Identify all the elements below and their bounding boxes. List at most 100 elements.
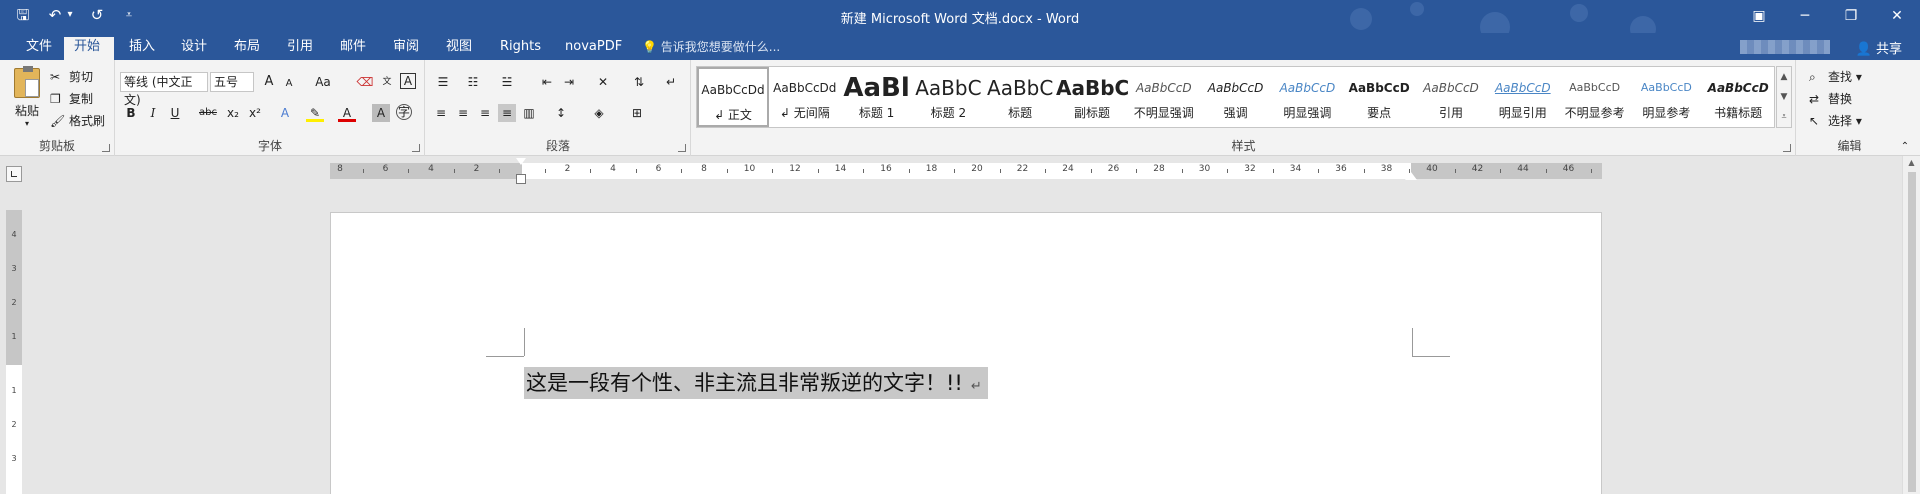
tab-design[interactable]: 设计: [171, 37, 217, 60]
paragraph-dialog-launcher-icon[interactable]: [678, 144, 686, 152]
style-item[interactable]: AaBbCcD 明显强调: [1271, 67, 1343, 127]
select-button[interactable]: ↖ 选择 ▾: [1809, 112, 1862, 130]
style-item[interactable]: AaBbCcD 不明显强调: [1128, 67, 1200, 127]
style-item[interactable]: AaBbCcD 明显参考: [1630, 67, 1702, 127]
character-shading-icon[interactable]: A: [372, 104, 390, 122]
tab-home[interactable]: 开始: [64, 37, 114, 60]
tab-insert[interactable]: 插入: [119, 37, 165, 60]
decrease-indent-icon[interactable]: ⇤: [538, 73, 556, 91]
style-item[interactable]: AaBbCcD 引用: [1415, 67, 1487, 127]
sort-icon[interactable]: ⇅: [630, 73, 648, 91]
style-item[interactable]: AaBbCcD 明显引用: [1487, 67, 1559, 127]
scroll-up-icon[interactable]: ▲: [1903, 158, 1920, 167]
style-item[interactable]: AaBl 标题 1: [841, 67, 913, 127]
style-item[interactable]: AaBbCcDd ↲ 正文: [697, 67, 769, 127]
chinese-layout-icon[interactable]: ✕: [592, 73, 614, 91]
align-right-icon[interactable]: ≡: [476, 104, 494, 122]
tab-novapdf[interactable]: novaPDF: [555, 37, 632, 60]
font-color-icon[interactable]: A: [338, 104, 356, 122]
font-dialog-launcher-icon[interactable]: [412, 144, 420, 152]
styles-dialog-launcher-icon[interactable]: [1783, 144, 1791, 152]
numbering-icon[interactable]: ☷: [462, 73, 484, 91]
tab-rights[interactable]: Rights: [490, 37, 551, 60]
tab-references[interactable]: 引用: [277, 37, 323, 60]
collapse-ribbon-icon[interactable]: ⌃: [1896, 138, 1914, 156]
lightbulb-icon: 💡: [642, 40, 657, 54]
increase-indent-icon[interactable]: ⇥: [560, 73, 578, 91]
ruler-number: 24: [1062, 164, 1074, 174]
vertical-scrollbar[interactable]: ▲: [1902, 156, 1920, 494]
style-item[interactable]: AaBbCcD 书籍标题: [1702, 67, 1774, 127]
right-indent-marker[interactable]: [1405, 172, 1417, 180]
document-page[interactable]: 这是一段有个性、非主流且非常叛逆的文字！!! ↵: [330, 212, 1602, 494]
gallery-more-icon[interactable]: ⩡: [1777, 107, 1791, 127]
superscript-button[interactable]: x²: [246, 104, 264, 122]
gallery-up-icon[interactable]: ▲: [1777, 67, 1791, 87]
style-item[interactable]: AaBbCcD 强调: [1200, 67, 1272, 127]
selected-text[interactable]: 这是一段有个性、非主流且非常叛逆的文字！!! ↵: [524, 367, 988, 399]
clear-formatting-icon[interactable]: ⌫: [356, 73, 374, 91]
borders-icon[interactable]: ⊞: [626, 104, 648, 122]
copy-button[interactable]: ❐ 复制: [50, 90, 93, 108]
minimize-icon[interactable]: ─: [1782, 0, 1828, 33]
tab-mailings[interactable]: 邮件: [330, 37, 376, 60]
style-item[interactable]: AaBbCcDd ↲ 无间隔: [769, 67, 841, 127]
gallery-down-icon[interactable]: ▼: [1777, 87, 1791, 107]
tell-me-search[interactable]: 💡 告诉我您想要做什么...: [632, 37, 790, 60]
tab-file[interactable]: 文件: [16, 37, 62, 60]
tab-selector[interactable]: [6, 166, 22, 182]
font-size-select[interactable]: 五号: [210, 72, 254, 92]
replace-button[interactable]: ⇄ 替换: [1809, 90, 1852, 108]
style-item[interactable]: AaBbCcD 要点: [1343, 67, 1415, 127]
italic-button[interactable]: I: [144, 104, 162, 122]
bold-button[interactable]: B: [122, 104, 140, 122]
format-painter-button[interactable]: 🖌 格式刷: [50, 112, 105, 130]
paste-button[interactable]: 粘贴 ▾: [10, 66, 44, 128]
style-item[interactable]: AaBbC 副标题: [1056, 67, 1128, 127]
tab-review[interactable]: 审阅: [383, 37, 429, 60]
ruler-number: 2: [564, 164, 571, 174]
style-item[interactable]: AaBbCcD 不明显参考: [1559, 67, 1631, 127]
search-icon: ⌕: [1809, 69, 1816, 84]
show-marks-icon[interactable]: ↵: [662, 73, 680, 91]
strikethrough-button[interactable]: abc: [196, 104, 220, 122]
close-icon[interactable]: ✕: [1874, 0, 1920, 33]
grow-font-button[interactable]: A: [260, 73, 278, 91]
clipboard-dialog-launcher-icon[interactable]: [102, 144, 110, 152]
phonetic-guide-icon[interactable]: 文: [378, 73, 396, 91]
justify-icon[interactable]: ≡: [498, 104, 516, 122]
style-item[interactable]: AaBbC 标题: [984, 67, 1056, 127]
distributed-icon[interactable]: ▥: [520, 104, 538, 122]
character-border-icon[interactable]: A: [400, 73, 416, 89]
vertical-ruler[interactable]: 4 3 2 1 1 2 3: [6, 210, 22, 494]
align-left-icon[interactable]: ≡: [432, 104, 450, 122]
text-effects-icon[interactable]: A: [276, 104, 294, 122]
multilevel-list-icon[interactable]: ☱: [496, 73, 518, 91]
tab-view[interactable]: 视图: [436, 37, 482, 60]
change-case-button[interactable]: Aa: [310, 73, 336, 91]
line-spacing-icon[interactable]: ↕: [550, 104, 572, 122]
user-account[interactable]: [1740, 40, 1830, 54]
cut-button[interactable]: ✂ 剪切: [50, 68, 93, 86]
find-button[interactable]: ⌕ 查找 ▾: [1809, 68, 1862, 86]
font-name-select[interactable]: 等线 (中文正文): [120, 72, 208, 107]
ruler-number: 30: [1198, 164, 1211, 174]
align-center-icon[interactable]: ≡: [454, 104, 472, 122]
underline-button[interactable]: U: [166, 104, 184, 122]
highlight-icon[interactable]: ✎: [306, 104, 324, 122]
bullets-icon[interactable]: ☰: [432, 73, 454, 91]
shrink-font-button[interactable]: A: [280, 75, 298, 93]
style-name: 明显参考: [1642, 106, 1691, 120]
replace-label: 替换: [1828, 92, 1853, 106]
enclose-characters-icon[interactable]: 字: [396, 104, 412, 120]
style-item[interactable]: AaBbC 标题 2: [912, 67, 984, 127]
ribbon-display-options-icon[interactable]: ▣: [1736, 0, 1782, 33]
share-button[interactable]: 👤 共享: [1856, 38, 1902, 57]
shading-icon[interactable]: ◈: [588, 104, 610, 122]
styles-gallery-scroll[interactable]: ▲ ▼ ⩡: [1776, 66, 1792, 128]
first-line-indent-marker[interactable]: [516, 158, 526, 165]
subscript-button[interactable]: x₂: [224, 104, 242, 122]
restore-icon[interactable]: ❐: [1828, 0, 1874, 33]
tab-layout[interactable]: 布局: [224, 37, 270, 60]
left-indent-marker[interactable]: [516, 174, 526, 184]
